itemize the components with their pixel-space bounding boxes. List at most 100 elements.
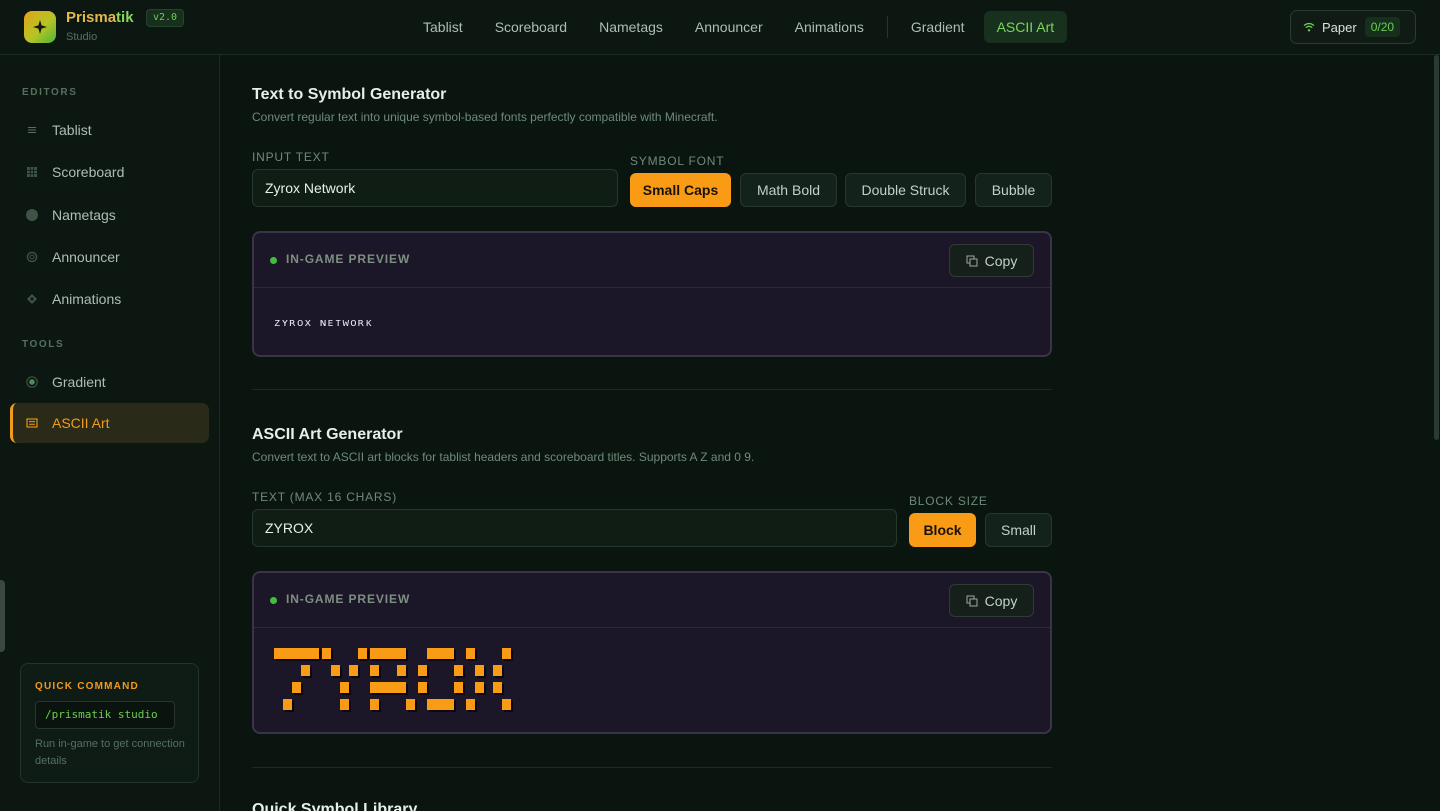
- wifi-icon: [1303, 22, 1315, 32]
- size-block-button[interactable]: Block: [909, 513, 976, 547]
- ascii-block: [331, 665, 340, 676]
- collapse-handle[interactable]: [0, 580, 5, 652]
- nav-animations[interactable]: Animations: [782, 11, 877, 43]
- sidebar-item-tablist[interactable]: Tablist: [10, 110, 209, 150]
- ascii-block: [406, 699, 415, 710]
- symbol-font-label: SYMBOL FONT: [630, 154, 725, 168]
- sidebar-item-gradient[interactable]: Gradient: [10, 362, 209, 402]
- ascii-block: [454, 665, 463, 676]
- font-double-struck-button[interactable]: Double Struck: [845, 173, 966, 207]
- ascii-text-label: TEXT (MAX 16 CHARS): [252, 490, 398, 504]
- diamond-icon: [26, 293, 38, 305]
- font-math-bold-button[interactable]: Math Bold: [740, 173, 837, 207]
- sidebar-item-label: Tablist: [52, 122, 92, 138]
- ascii-block: [388, 648, 397, 659]
- panel-icon: [26, 417, 38, 429]
- sidebar-heading-tools: TOOLS: [22, 339, 65, 350]
- status-dot: [270, 597, 277, 604]
- ascii-block: [427, 699, 436, 710]
- symbol-preview-text: ᴢʏʀᴏx ɴᴇᴛᴡᴏʀᴋ: [274, 316, 373, 329]
- ascii-block: [370, 648, 379, 659]
- nav-scoreboard[interactable]: Scoreboard: [482, 11, 580, 43]
- ascii-block: [397, 682, 406, 693]
- ascii-block: [340, 682, 349, 693]
- ascii-block: [493, 665, 502, 676]
- preview-label: IN-GAME PREVIEW: [286, 252, 411, 266]
- ascii-block: [301, 648, 310, 659]
- ascii-block: [454, 682, 463, 693]
- ascii-block: [397, 648, 406, 659]
- quick-command-description: Run in-game to get connection details: [35, 738, 185, 767]
- sidebar-item-label: Scoreboard: [52, 164, 125, 180]
- sidebar-item-announcer[interactable]: Announcer: [10, 237, 209, 277]
- nav-announcer[interactable]: Announcer: [682, 11, 776, 43]
- ascii-block: [427, 648, 436, 659]
- font-bubble-button[interactable]: Bubble: [975, 173, 1052, 207]
- sidebar-item-label: Nametags: [52, 207, 116, 223]
- ascii-block: [445, 648, 454, 659]
- list-icon: [26, 124, 38, 136]
- quick-command-card: QUICK COMMAND /prismatik studio Run in-g…: [20, 663, 199, 783]
- ascii-block: [445, 699, 454, 710]
- preview-label: IN-GAME PREVIEW: [286, 592, 411, 606]
- nav-ascii-art[interactable]: ASCII Art: [983, 11, 1068, 43]
- ascii-generator-description: Convert text to ASCII art blocks for tab…: [252, 450, 755, 464]
- font-small-caps-button[interactable]: Small Caps: [630, 173, 731, 207]
- symbol-text-input[interactable]: [252, 169, 618, 207]
- target-icon: [26, 376, 38, 388]
- symbol-library-title: Quick Symbol Library: [252, 801, 418, 811]
- ascii-block: [370, 665, 379, 676]
- copy-icon: [966, 255, 978, 266]
- top-bar: Prismatik v2.0 Studio Tablist Scoreboard…: [0, 0, 1440, 55]
- ascii-block: [379, 648, 388, 659]
- copy-icon: [966, 595, 978, 606]
- ascii-block: [370, 682, 379, 693]
- ascii-block: [388, 682, 397, 693]
- ascii-text-input[interactable]: [252, 509, 897, 547]
- ascii-block: [397, 665, 406, 676]
- nav-gradient[interactable]: Gradient: [898, 11, 978, 43]
- app-logo[interactable]: [24, 11, 56, 43]
- server-name: Paper: [1322, 19, 1357, 35]
- section-divider: [252, 389, 1052, 390]
- size-small-button[interactable]: Small: [985, 513, 1052, 547]
- main-scrollbar[interactable]: [1434, 55, 1439, 440]
- ascii-block: [301, 665, 310, 676]
- copy-button[interactable]: Copy: [949, 244, 1034, 277]
- sidebar-item-scoreboard[interactable]: Scoreboard: [10, 152, 209, 192]
- ascii-block: [349, 665, 358, 676]
- ascii-block: [436, 699, 445, 710]
- server-status[interactable]: Paper 0/20: [1290, 10, 1416, 44]
- quick-command-heading: QUICK COMMAND: [35, 681, 139, 692]
- sidebar-item-ascii-art[interactable]: ASCII Art: [10, 403, 209, 443]
- ascii-block: [292, 682, 301, 693]
- preview-header: IN-GAME PREVIEW Copy: [254, 573, 1050, 628]
- ascii-block: [418, 682, 427, 693]
- ascii-block: [283, 699, 292, 710]
- app-name-part2: tik: [116, 9, 134, 26]
- ascii-block: [370, 699, 379, 710]
- sparkle-icon: [33, 20, 47, 34]
- player-count: 0/20: [1364, 17, 1401, 37]
- status-dot: [270, 257, 277, 264]
- ascii-block: [502, 648, 511, 659]
- sidebar-item-animations[interactable]: Animations: [10, 279, 209, 319]
- quick-command-code[interactable]: /prismatik studio: [35, 701, 175, 729]
- nav-nametags[interactable]: Nametags: [586, 11, 676, 43]
- nav-tablist[interactable]: Tablist: [410, 11, 476, 43]
- ascii-block: [466, 699, 475, 710]
- ascii-block: [340, 699, 349, 710]
- version-badge: v2.0: [146, 9, 185, 27]
- ascii-block: [358, 648, 367, 659]
- sidebar-heading-editors: EDITORS: [22, 87, 78, 98]
- copy-button[interactable]: Copy: [949, 584, 1034, 617]
- ascii-block: [379, 682, 388, 693]
- circle-icon: [26, 209, 38, 221]
- sidebar-item-label: Announcer: [52, 249, 120, 265]
- ascii-art-preview: [274, 648, 513, 712]
- main-content: Text to Symbol Generator Convert regular…: [220, 55, 1440, 811]
- symbol-preview-panel: IN-GAME PREVIEW Copy ᴢʏʀᴏx ɴᴇᴛᴡᴏʀᴋ: [252, 231, 1052, 357]
- ascii-block: [475, 682, 484, 693]
- sidebar-item-nametags[interactable]: Nametags: [10, 195, 209, 235]
- grid-icon: [26, 166, 38, 178]
